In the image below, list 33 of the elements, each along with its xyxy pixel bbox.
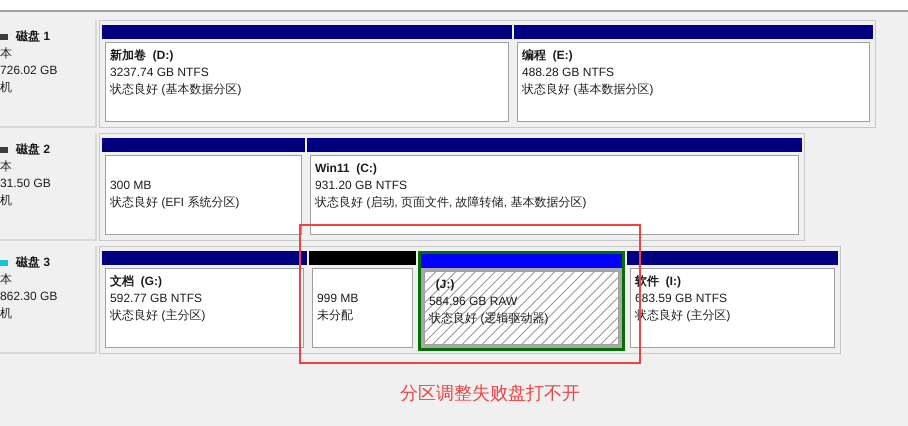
volume-label: Win11 (C:) (315, 160, 377, 177)
volume-status: 状态良好 (主分区) (110, 307, 206, 324)
disk-size: 31.50 GB (0, 175, 51, 192)
volume-status: 未分配 (317, 307, 353, 324)
volume-label: 编程 (E:) (522, 47, 573, 64)
disk-status: 机 (0, 305, 12, 322)
disk-type: 本 (0, 158, 12, 175)
disk-size: 726.02 GB (0, 62, 58, 79)
volume-status: 状态良好 (EFI 系统分区) (110, 194, 240, 211)
annotation-text: 分区调整失败盘打不开 (400, 382, 580, 405)
volume-size: 931.20 GB NTFS (315, 177, 408, 194)
disk-name: 磁盘 1 (16, 28, 50, 45)
disk-status: 机 (0, 192, 12, 209)
disk-name: 磁盘 3 (16, 254, 50, 271)
disk-size: 862.30 GB (0, 288, 58, 305)
partition-block[interactable]: (J:) 584.96 GB RAW 状态良好 (逻辑驱动器) (418, 251, 625, 351)
volume-label: 文档 (G:) (110, 273, 162, 290)
volume-size: 592.77 GB NTFS (110, 290, 202, 307)
volume-status: 状态良好 (逻辑驱动器) (429, 310, 548, 327)
volume-size: 300 MB (110, 177, 152, 194)
disk-name: 磁盘 2 (16, 141, 50, 158)
volume-label: (J:) (434, 276, 454, 293)
volume-label: 新加卷 (D:) (110, 47, 174, 64)
volume-size: 584.96 GB RAW (429, 293, 518, 310)
disk-type: 本 (0, 271, 12, 288)
volume-status: 状态良好 (基本数据分区) (110, 81, 242, 98)
volume-status: 状态良好 (基本数据分区) (522, 81, 654, 98)
disk-type: 本 (0, 45, 12, 62)
volume-size: 999 MB (317, 290, 358, 307)
volume-status: 状态良好 (启动, 页面文件, 故障转储, 基本数据分区) (315, 194, 586, 211)
volume-size: 488.28 GB NTFS (522, 64, 614, 81)
disk-status: 机 (0, 79, 12, 96)
volume-size: 3237.74 GB NTFS (110, 64, 209, 81)
